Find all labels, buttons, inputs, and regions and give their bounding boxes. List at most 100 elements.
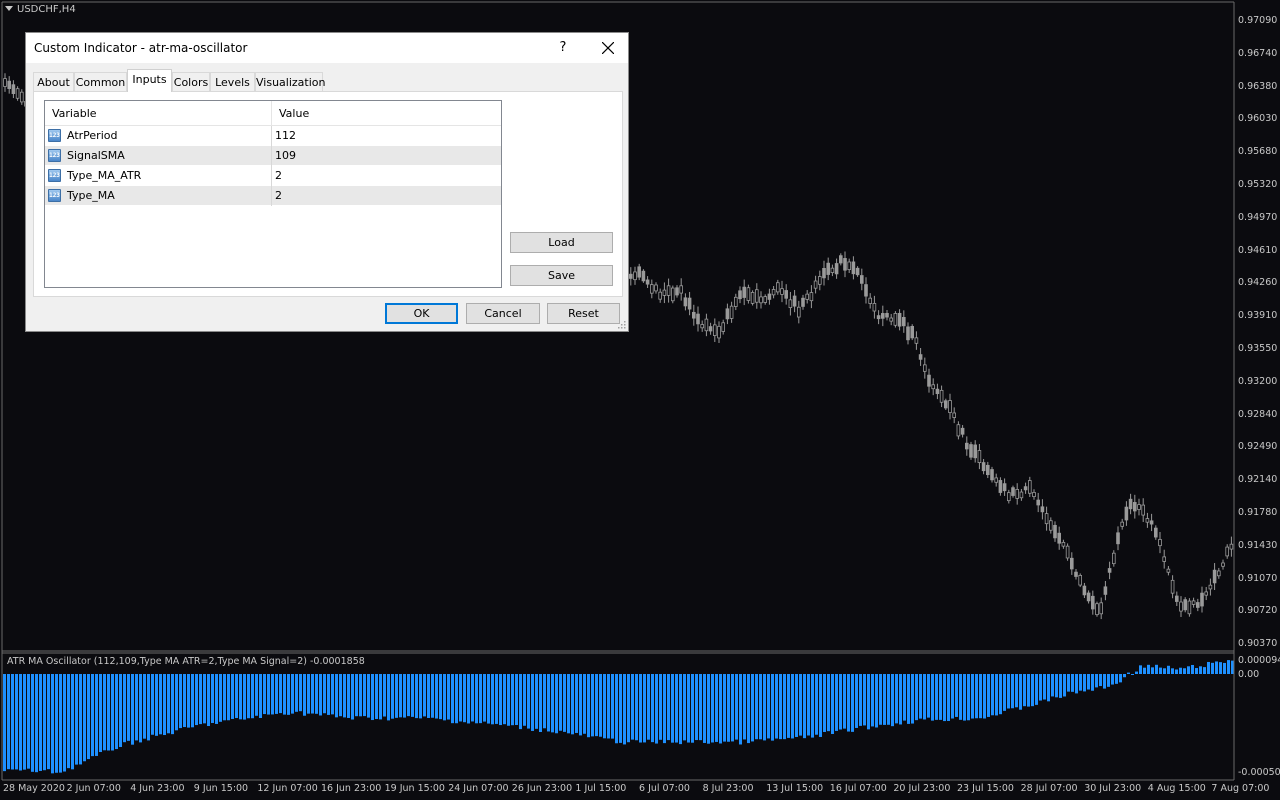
candle-body (776, 282, 780, 293)
table-row[interactable]: 123 Type_MA 2 (45, 186, 501, 206)
tab-colors[interactable]: Colors (172, 72, 210, 91)
integer-icon: 123 (48, 169, 61, 182)
histogram-bar (1035, 674, 1038, 705)
dialog-title: Custom Indicator - atr-ma-oscillator (34, 41, 248, 55)
help-button[interactable]: ? (548, 33, 578, 63)
column-value[interactable]: Value (279, 107, 309, 120)
candle-body (1049, 520, 1053, 531)
histogram-bar (411, 674, 414, 717)
histogram-bar (891, 674, 894, 727)
histogram-bar (775, 674, 778, 739)
histogram-bar (507, 674, 510, 726)
histogram-bar (1015, 674, 1018, 708)
histogram-bar (431, 674, 434, 718)
histogram-bar (139, 674, 142, 743)
candle-body (708, 326, 713, 332)
histogram-bar (1047, 674, 1050, 702)
candle-body (981, 462, 986, 472)
candle-body (960, 427, 965, 435)
histogram-bar (1107, 674, 1110, 687)
variable-value[interactable]: 2 (275, 169, 282, 182)
column-separator[interactable] (271, 101, 272, 125)
histogram-bar (1091, 674, 1094, 691)
histogram-bar (59, 674, 62, 773)
cancel-button[interactable]: Cancel (466, 303, 540, 324)
price-tick-label: 0.96740 (1238, 47, 1278, 59)
histogram-bar (1183, 668, 1186, 674)
histogram-bar (903, 674, 906, 721)
load-button[interactable]: Load (510, 232, 613, 253)
histogram-bar (503, 674, 506, 725)
variable-name: Type_MA_ATR (67, 169, 142, 182)
tab-common[interactable]: Common (74, 72, 127, 91)
candle-body (683, 297, 688, 307)
time-tick-label: 20 Jul 23:00 (893, 783, 951, 794)
histogram-bar (275, 674, 278, 714)
column-variable[interactable]: Variable (52, 107, 97, 120)
histogram-bar (403, 674, 406, 718)
histogram-bar (791, 674, 794, 739)
dialog-titlebar[interactable]: Custom Indicator - atr-ma-oscillator ? (26, 33, 628, 63)
symbol-dropdown-icon[interactable] (5, 6, 13, 11)
histogram-bar (147, 674, 150, 741)
histogram-bar (639, 674, 642, 743)
candle-body (902, 317, 906, 327)
tab-levels[interactable]: Levels (210, 72, 255, 91)
histogram-bar (591, 674, 594, 737)
tab-about[interactable]: About (33, 72, 74, 91)
histogram-bar (935, 674, 938, 720)
symbol-label[interactable]: USDCHF,H4 (5, 4, 76, 15)
close-button[interactable] (588, 33, 628, 63)
histogram-bar (623, 674, 626, 745)
table-row[interactable]: 123 AtrPeriod 112 (45, 126, 501, 146)
save-button[interactable]: Save (510, 265, 613, 286)
variable-name: Type_MA (67, 189, 115, 202)
histogram-bar (203, 674, 206, 724)
table-row[interactable]: 123 SignalSMA 109 (45, 146, 501, 166)
histogram-bar (131, 674, 134, 745)
histogram-bar (351, 674, 354, 720)
variable-value[interactable]: 112 (275, 129, 296, 142)
candle-body (1086, 592, 1091, 602)
candle-body (952, 412, 956, 418)
candle-body (738, 290, 742, 300)
histogram-bar (651, 674, 654, 743)
inputs-table[interactable]: Variable Value 123 AtrPeriod 112 123 Sig… (44, 100, 502, 288)
candle-body (788, 299, 793, 309)
close-icon (602, 42, 614, 54)
histogram-bar (911, 674, 914, 724)
histogram-bar (471, 674, 474, 722)
ok-button[interactable]: OK (385, 303, 458, 324)
histogram-bar (643, 674, 646, 743)
price-tick-label: 0.91780 (1238, 507, 1278, 518)
histogram-bar (743, 674, 746, 740)
variable-value[interactable]: 2 (275, 189, 282, 202)
histogram-bar (1223, 662, 1226, 674)
histogram-bar (1071, 674, 1074, 692)
histogram-bar (115, 674, 118, 750)
histogram-bar (391, 674, 394, 719)
candle-body (956, 424, 961, 437)
histogram-bar (1023, 674, 1026, 707)
reset-button[interactable]: Reset (547, 303, 620, 324)
histogram-bar (1103, 674, 1106, 689)
histogram-bar (459, 674, 462, 722)
histogram-bar (295, 674, 298, 712)
histogram-bar (823, 674, 826, 732)
histogram-bar (1083, 674, 1086, 692)
candle-body (918, 354, 923, 360)
candle-body (692, 311, 696, 319)
histogram-bar (679, 674, 682, 745)
candle-body (1107, 568, 1112, 573)
table-row[interactable]: 123 Type_MA_ATR 2 (45, 166, 501, 186)
time-tick-label: 13 Jul 15:00 (766, 783, 824, 794)
histogram-bar (1059, 674, 1062, 698)
variable-value[interactable]: 109 (275, 149, 296, 162)
indicator-axis-top: 0.000094 (1238, 655, 1280, 666)
indicator-axis-bottom: -0.000502 (1238, 767, 1280, 778)
tab-inputs[interactable]: Inputs (127, 69, 172, 92)
histogram-bar (843, 674, 846, 729)
tab-visualization[interactable]: Visualization (255, 72, 325, 91)
histogram-bar (803, 674, 806, 739)
resize-grip-icon[interactable] (618, 321, 626, 329)
